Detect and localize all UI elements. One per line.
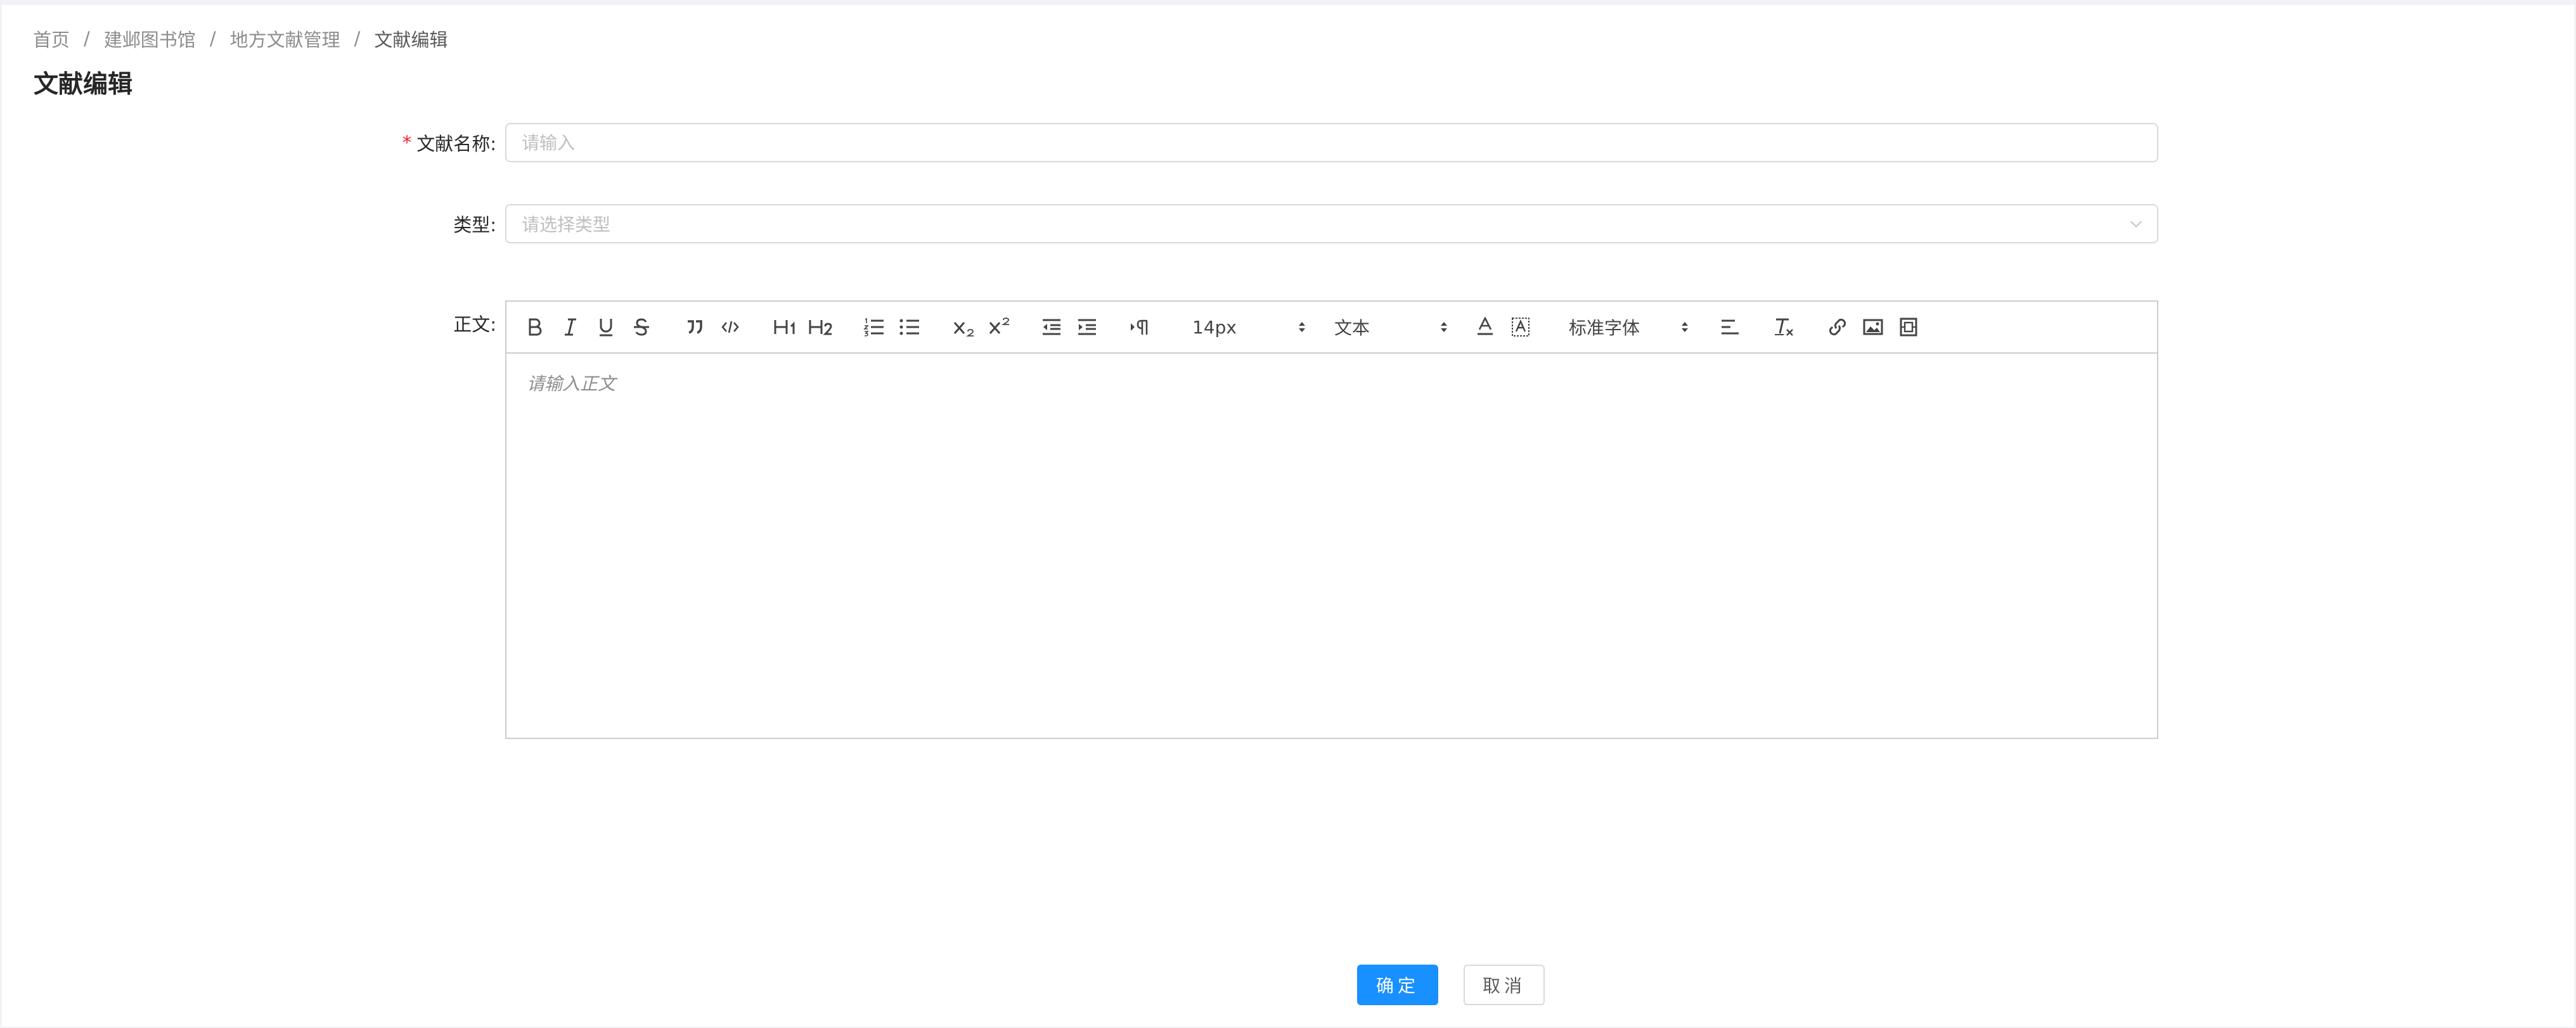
font-size-picker[interactable]: 14px bbox=[1192, 314, 1306, 340]
breadcrumb-item-current: 文献编辑 bbox=[374, 29, 448, 51]
breadcrumb-separator: / bbox=[354, 28, 361, 49]
font-size-value: 14px bbox=[1192, 316, 1237, 338]
align-icon[interactable] bbox=[1718, 314, 1741, 340]
header-picker[interactable]: 文本 bbox=[1334, 314, 1448, 340]
chevron-down-icon bbox=[2130, 221, 2142, 228]
clean-format-icon[interactable] bbox=[1773, 314, 1796, 340]
font-family-picker[interactable]: 标准字体 bbox=[1569, 314, 1689, 340]
breadcrumb-separator: / bbox=[209, 28, 216, 49]
breadcrumb: 首页 / 建邺图书馆 / 地方文献管理 / 文献编辑 bbox=[33, 26, 448, 51]
confirm-button[interactable]: 确定 bbox=[1357, 965, 1438, 1005]
rich-text-editor: 14px 文本 标准字体 请输入正文 bbox=[505, 300, 2158, 739]
blockquote-icon[interactable] bbox=[684, 314, 705, 340]
underline-icon[interactable] bbox=[595, 314, 617, 340]
name-input[interactable] bbox=[522, 132, 2142, 153]
subscript-icon[interactable] bbox=[951, 314, 977, 340]
image-icon[interactable] bbox=[1862, 314, 1884, 340]
name-label: * 文献名称: bbox=[402, 123, 496, 162]
strike-icon[interactable] bbox=[631, 314, 652, 340]
ordered-list-icon[interactable] bbox=[863, 314, 886, 340]
video-icon[interactable] bbox=[1897, 314, 1920, 340]
superscript-icon[interactable] bbox=[987, 314, 1012, 340]
link-icon[interactable] bbox=[1826, 314, 1849, 340]
header-value: 文本 bbox=[1334, 318, 1370, 338]
page-title: 文献编辑 bbox=[34, 70, 133, 99]
header-2-icon[interactable] bbox=[808, 314, 834, 340]
indent-icon[interactable] bbox=[1076, 314, 1098, 340]
bullet-list-icon[interactable] bbox=[898, 314, 921, 340]
type-select[interactable]: 请选择类型 bbox=[505, 204, 2158, 243]
updown-icon bbox=[1682, 322, 1688, 332]
type-select-placeholder: 请选择类型 bbox=[522, 214, 611, 235]
body-label: 正文: bbox=[453, 314, 496, 335]
bold-icon[interactable] bbox=[524, 314, 546, 340]
text-direction-icon[interactable] bbox=[1129, 314, 1152, 340]
background-icon[interactable] bbox=[1509, 314, 1532, 340]
color-icon[interactable] bbox=[1474, 314, 1497, 340]
breadcrumb-item-local-docs[interactable]: 地方文献管理 bbox=[230, 25, 340, 52]
type-label: 类型: bbox=[453, 214, 496, 236]
code-block-icon[interactable] bbox=[719, 314, 741, 340]
name-input-wrapper bbox=[505, 123, 2158, 162]
required-mark: * bbox=[402, 132, 412, 153]
outdent-icon[interactable] bbox=[1040, 314, 1063, 340]
font-family-value: 标准字体 bbox=[1569, 318, 1640, 338]
header-1-icon[interactable] bbox=[773, 314, 798, 340]
italic-icon[interactable] bbox=[560, 314, 581, 340]
editor-toolbar: 14px 文本 标准字体 bbox=[506, 302, 2157, 354]
updown-icon bbox=[1299, 322, 1305, 332]
breadcrumb-item-home[interactable]: 首页 bbox=[33, 25, 70, 52]
updown-icon bbox=[1441, 322, 1447, 332]
editor-content[interactable]: 请输入正文 bbox=[506, 354, 2157, 412]
cancel-button[interactable]: 取消 bbox=[1464, 965, 1545, 1005]
name-label-text: 文献名称: bbox=[416, 133, 496, 155]
editor-placeholder: 请输入正文 bbox=[527, 373, 616, 394]
breadcrumb-item-library[interactable]: 建邺图书馆 bbox=[104, 25, 196, 52]
page-container: 首页 / 建邺图书馆 / 地方文献管理 / 文献编辑 文献编辑 * 文献名称: … bbox=[2, 5, 2574, 1027]
breadcrumb-separator: / bbox=[84, 28, 90, 49]
